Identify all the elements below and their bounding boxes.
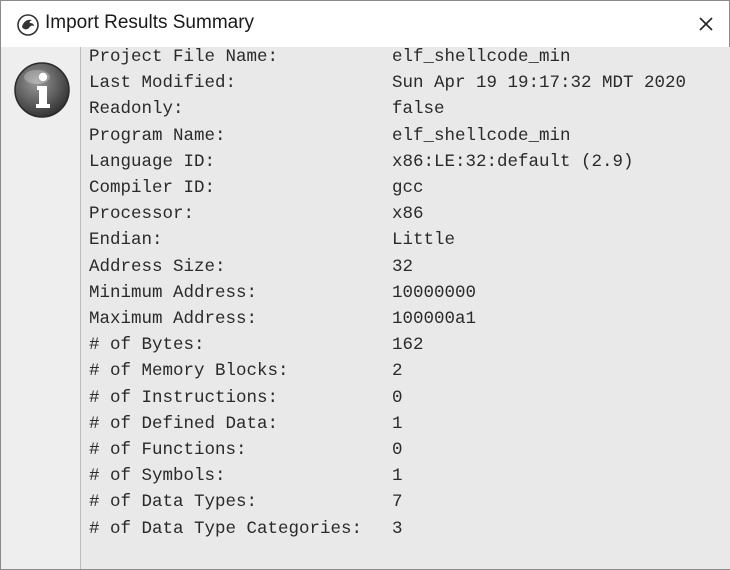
summary-row: Readonly: false [89, 99, 729, 125]
summary-row-value: 162 [392, 335, 424, 356]
summary-row-label: # of Data Type Categories: [89, 518, 363, 539]
summary-row: # of Bytes: 162 [89, 335, 729, 361]
info-icon [14, 62, 70, 118]
summary-row: Last Modified: Sun Apr 19 19:17:32 MDT 20… [89, 73, 729, 99]
summary-row: # of Data Type Categories: 3 [89, 519, 729, 545]
close-icon [699, 17, 713, 31]
summary-row-value: 0 [392, 440, 403, 460]
summary-row: # of Symbols: 1 [89, 466, 729, 492]
summary-row-value: gcc [392, 178, 424, 198]
summary-row-value: 10000000 [392, 282, 477, 303]
summary-row: Language ID: x86:LE:32:default (2.9) [89, 152, 729, 178]
summary-row: Processor: x86 [89, 204, 729, 230]
summary-row: # of Data Types: 7 [89, 492, 729, 518]
summary-row-value: 100000a1 [392, 309, 477, 329]
summary-row-value: elf_shellcode_min [392, 125, 571, 146]
summary-row-label: Maximum Address: [89, 309, 258, 329]
summary-row: Maximum Address: 100000a1 [89, 309, 729, 335]
summary-row-value: 7 [392, 492, 403, 513]
summary-row-label: # of Defined Data: [89, 413, 279, 434]
summary-row: # of Instructions: 0 [89, 388, 729, 414]
summary-row-value: elf_shellcode_min [392, 47, 571, 67]
summary-row-label: Compiler ID: [89, 178, 216, 198]
summary-row: # of Memory Blocks: 2 [89, 361, 729, 387]
dialog-titlebar: Import Results Summary [1, 1, 729, 47]
dialog-content: Project File Name: elf_shellcode_min Last … [1, 47, 730, 569]
summary-row-label: # of Memory Blocks: [89, 361, 289, 382]
summary-row-value: x86:LE:32:default (2.9) [392, 151, 634, 172]
summary-row-value: 0 [392, 387, 403, 408]
ghidra-dragon-icon [17, 14, 39, 36]
close-button[interactable] [689, 7, 723, 41]
summary-row-value: Sun Apr 19 19:17:32 MDT 2020 [392, 73, 687, 94]
summary-row-value: false [392, 99, 445, 120]
summary-row-label: Minimum Address: [89, 282, 258, 303]
summary-row-value: 3 [392, 518, 403, 539]
summary-row-label: Last Modified: [89, 73, 237, 94]
summary-row-label: Program Name: [89, 125, 226, 146]
summary-row-value: x86 [392, 204, 424, 225]
summary-row-value: 1 [392, 466, 403, 487]
summary-row-label: Readonly: [89, 99, 184, 120]
summary-row-label: Address Size: [89, 256, 226, 277]
summary-row-value: 2 [392, 361, 403, 382]
summary-row: # of Defined Data: 1 [89, 414, 729, 440]
summary-row-label: Processor: [89, 204, 195, 225]
summary-row: Address Size: 32 [89, 257, 729, 283]
summary-row: Program Name: elf_shellcode_min [89, 126, 729, 152]
summary-row-label: Endian: [89, 230, 163, 251]
summary-row-label: # of Instructions: [89, 387, 279, 408]
summary-row-value: 1 [392, 413, 403, 434]
summary-row-value: 32 [392, 256, 414, 277]
summary-row-label: # of Bytes: [89, 335, 205, 356]
summary-row: # of Functions: 0 [89, 440, 729, 466]
dialog-title: Import Results Summary [45, 12, 255, 33]
summary-row: Endian: Little [89, 230, 729, 256]
summary-row-label: Project File Name: [89, 47, 279, 67]
summary-row: Project File Name: elf_shellcode_min [89, 47, 729, 73]
summary-row-label: Language ID: [89, 151, 216, 172]
summary-row-label: # of Data Types: [89, 492, 258, 513]
summary-row-label: # of Functions: [89, 440, 247, 460]
import-results-dialog: Import Results Summary Project File Name… [0, 0, 730, 570]
summary-row: Minimum Address: 10000000 [89, 283, 729, 309]
summary-row-value: Little [392, 230, 456, 251]
summary-row: Compiler ID: gcc [89, 178, 729, 204]
summary-text-area[interactable]: Project File Name: elf_shellcode_min Last … [80, 47, 730, 569]
summary-row-label: # of Symbols: [89, 466, 226, 487]
